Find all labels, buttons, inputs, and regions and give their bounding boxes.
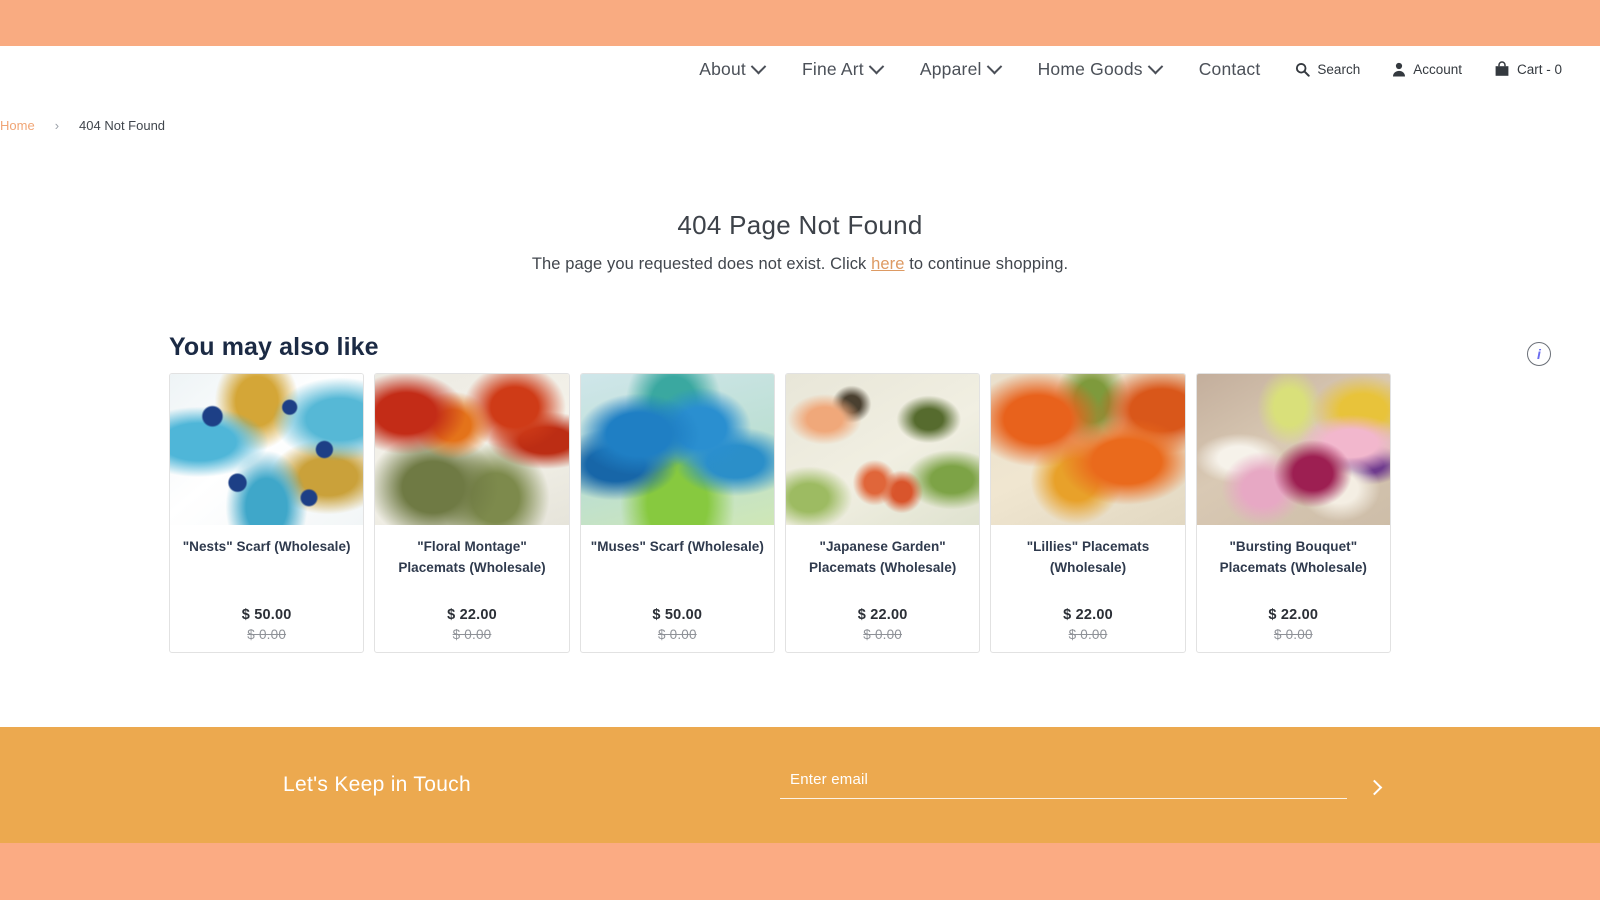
product-grid: "Nests" Scarf (Wholesale) $ 50.00 $ 0.00 "F… [169,373,1391,653]
product-image[interactable] [170,374,364,525]
info-icon[interactable]: i [1527,342,1551,366]
newsletter-title: Let's Keep in Touch [283,773,471,796]
user-icon [1392,62,1406,77]
nav-item-label: Fine Art [801,58,864,79]
nav-item-contact[interactable]: Contact [1180,59,1280,80]
nav-item-home-goods[interactable]: Home Goods [1019,58,1180,80]
chevron-down-icon [868,58,885,74]
product-image[interactable] [580,374,774,525]
product-compare-at-price: $ 0.00 [1273,627,1313,642]
error-message-suffix: to continue shopping. [904,255,1069,273]
nav-item-fine-art[interactable]: Fine Art [783,58,901,80]
nav-utilities: Search Account Cart - 0 [1279,61,1578,77]
product-price: $ 22.00 [1063,607,1113,623]
continue-shopping-link[interactable]: here [871,255,904,273]
search-icon [1295,62,1311,77]
breadcrumb-current: 404 Not Found [79,118,166,133]
nav-util-search[interactable]: Search [1279,62,1376,77]
main-navigation: About Fine Art Apparel Home Goods Contact Se… [0,46,1600,92]
product-card[interactable]: "Lillies" Placemats (Wholesale) $ 22.00 $ … [990,373,1186,653]
nav-util-label: Cart - 0 [1516,61,1562,77]
nav-item-about[interactable]: About [680,58,783,80]
product-image[interactable] [785,374,980,525]
product-price: $ 22.00 [1268,607,1319,623]
chevron-down-icon [1147,58,1163,74]
product-price: $ 50.00 [241,607,292,623]
product-price-group: $ 22.00 $ 0.00 [1197,607,1390,642]
nav-util-label: Account [1413,61,1462,77]
product-card[interactable]: "Nests" Scarf (Wholesale) $ 50.00 $ 0.00 [169,373,365,653]
product-title: "Lillies" Placemats (Wholesale) [1026,539,1150,575]
product-price: $ 22.00 [857,607,908,623]
breadcrumb: Home › 404 Not Found [0,118,165,133]
product-title: "Bursting Bouquet" Placemats (Wholesale) [1219,539,1367,575]
recommendations-heading: You may also like [169,333,379,361]
product-title: "Floral Montage" Placemats (Wholesale) [398,539,546,575]
product-price: $ 22.00 [447,607,497,623]
nav-item-label: Contact [1198,58,1261,79]
product-title: "Nests" Scarf (Wholesale) [182,539,351,554]
product-card[interactable]: "Floral Montage" Placemats (Wholesale) $ … [374,373,570,653]
product-price-group: $ 22.00 $ 0.00 [786,607,979,642]
nav-util-cart[interactable]: Cart - 0 [1478,61,1578,77]
product-image[interactable] [375,374,569,525]
nav-util-account[interactable]: Account [1376,62,1478,77]
product-compare-at-price: $ 0.00 [452,627,492,642]
chevron-down-icon [750,58,767,74]
product-compare-at-price: $ 0.00 [657,627,697,642]
product-price-group: $ 50.00 $ 0.00 [581,607,774,642]
product-compare-at-price: $ 0.00 [863,627,903,642]
nav-item-label: About [699,58,746,79]
product-compare-at-price: $ 0.00 [247,627,287,642]
error-message-prefix: The page you requested does not exist. C… [531,255,872,273]
newsletter-submit-button[interactable] [1347,779,1383,799]
newsletter-form [780,771,1383,799]
cart-icon [1494,61,1510,77]
product-price-group: $ 22.00 $ 0.00 [991,607,1184,642]
top-color-band [0,0,1600,46]
product-card[interactable]: "Bursting Bouquet" Placemats (Wholesale)… [1195,373,1391,653]
product-compare-at-price: $ 0.00 [1068,627,1108,642]
email-input[interactable] [780,771,1347,799]
footer-color-band [0,843,1600,900]
product-title: "Muses" Scarf (Wholesale) [590,539,764,554]
product-title: "Japanese Garden" Placemats (Wholesale) [808,539,957,575]
chevron-down-icon [986,58,1002,74]
nav-item-label: Apparel [919,58,982,79]
error-message: The page you requested does not exist. C… [0,255,1600,274]
page-title: 404 Page Not Found [677,210,923,240]
breadcrumb-home-link[interactable]: Home [0,118,55,133]
chevron-right-icon [1366,779,1383,796]
product-price: $ 50.00 [652,607,703,623]
newsletter-section: Let's Keep in Touch [0,727,1600,843]
product-card[interactable]: "Japanese Garden" Placemats (Wholesale) $… [784,373,981,653]
product-card[interactable]: "Muses" Scarf (Wholesale) $ 50.00 $ 0.00 [579,373,775,653]
nav-item-label: Home Goods [1037,58,1143,79]
product-price-group: $ 50.00 $ 0.00 [170,607,363,642]
nav-item-apparel[interactable]: Apparel [901,58,1019,80]
product-image[interactable] [991,374,1185,525]
product-image[interactable] [1196,374,1390,525]
page-root: About Fine Art Apparel Home Goods Contact Se… [0,0,1600,900]
nav-links: About Fine Art Apparel Home Goods Contact [680,58,1280,80]
nav-util-label: Search [1317,61,1361,77]
product-price-group: $ 22.00 $ 0.00 [375,607,568,642]
breadcrumb-separator: › [54,118,60,133]
